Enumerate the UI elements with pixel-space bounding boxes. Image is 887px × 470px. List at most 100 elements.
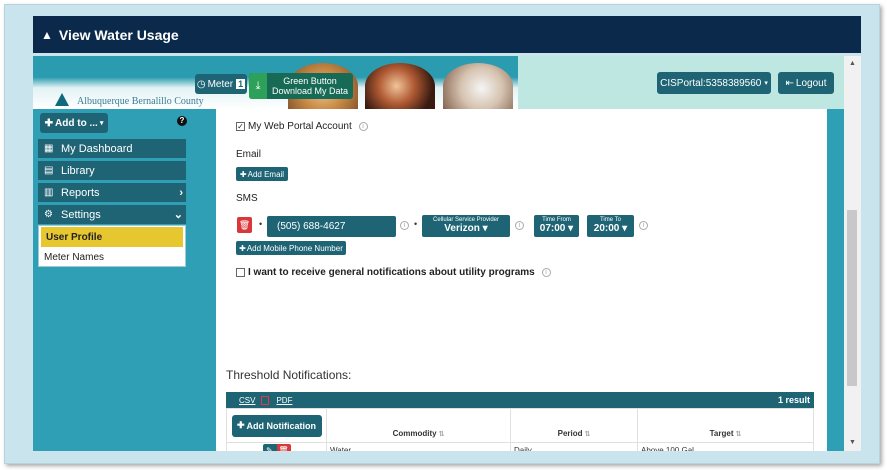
notifications-row: I want to receive general notifications … <box>236 267 551 278</box>
plus-icon: ✚ <box>239 169 247 179</box>
title-bar: ▲ View Water Usage <box>33 16 861 53</box>
notifications-label: I want to receive general notifications … <box>248 267 535 278</box>
scroll-up-icon[interactable]: ▲ <box>849 60 856 67</box>
time-to-value: 20:00 ▾ <box>593 223 628 234</box>
chevron-right-icon: › <box>179 186 183 199</box>
portal-account-dropdown[interactable]: CISPortal:5358389560 ▾ <box>657 72 771 94</box>
caret-down-icon: ▾ <box>764 80 768 87</box>
add-notification-label: Add Notification <box>246 420 317 431</box>
submenu-item-user-profile[interactable]: User Profile <box>41 227 183 247</box>
header: Albuquerque Bernalillo County ◷ Meter 1 … <box>33 56 844 109</box>
cell-commodity: Water <box>326 442 511 451</box>
provider-caption: Cellular Service Provider <box>432 217 500 223</box>
phone-input[interactable]: (505) 688-4627 <box>267 216 396 237</box>
threshold-title: Threshold Notifications: <box>226 368 352 382</box>
sidebar-item-label: Reports <box>61 186 100 199</box>
info-icon: i <box>400 221 409 230</box>
banner: Albuquerque Bernalillo County ◷ Meter 1 … <box>33 56 518 109</box>
cell-target: Above 100 Gal <box>637 442 814 451</box>
chevron-down-icon: ⌄ <box>173 209 183 221</box>
page-title: View Water Usage <box>58 26 179 43</box>
meter-label: Meter <box>207 78 234 90</box>
csv-export-link[interactable]: CSV <box>239 396 255 405</box>
table-row: ✎ 🗑 Water Daily Above 100 Gal <box>226 442 814 451</box>
provider-select[interactable]: Cellular Service Provider Verizon ▾ <box>422 215 510 237</box>
sidebar-item-label: My Dashboard <box>61 142 133 155</box>
settings-submenu: User Profile Meter Names <box>38 225 186 267</box>
green-button-download[interactable]: ⤓ Green Button Download My Data <box>249 73 353 99</box>
sidebar-item-reports[interactable]: ▥ Reports › <box>38 183 186 202</box>
sms-label: SMS <box>236 193 258 204</box>
add-to-button[interactable]: ✚ Add to ... ▾ <box>40 113 108 133</box>
add-email-label: Add Email <box>247 169 285 179</box>
plus-icon: ✚ <box>236 420 245 430</box>
add-notification-button[interactable]: ✚ Add Notification <box>231 414 322 437</box>
notifications-checkbox[interactable] <box>236 267 245 277</box>
row-actions: ✎ 🗑 <box>226 442 327 451</box>
portal-account-label: My Web Portal Account <box>248 121 352 132</box>
book-icon: ▤ <box>44 165 54 176</box>
bar-chart-icon: ▥ <box>44 187 54 198</box>
info-icon: i <box>639 221 648 230</box>
time-to-select[interactable]: Time To 20:00 ▾ <box>587 215 634 237</box>
scrollbar[interactable]: ▲ ▼ <box>844 56 861 451</box>
add-email-button[interactable]: ✚ Add Email <box>236 167 288 181</box>
trash-icon[interactable]: 🗑 <box>276 444 291 451</box>
required-marker: • <box>414 219 418 229</box>
sidebar-item-library[interactable]: ▤ Library <box>38 161 186 180</box>
time-from-caption: Time From <box>542 217 571 223</box>
add-phone-label: Add Mobile Phone Number <box>246 243 343 253</box>
column-header-period[interactable]: Period ⇅ <box>510 408 638 443</box>
banner-photo-3 <box>443 63 513 109</box>
cell-period: Daily <box>510 442 638 451</box>
sidebar-item-settings[interactable]: ⚙ Settings ⌄ <box>38 205 186 224</box>
add-notification-cell: ✚ Add Notification <box>226 408 327 443</box>
green-button-label: Green Button Download My Data <box>267 76 353 96</box>
pdf-export-link[interactable]: PDF <box>276 396 292 405</box>
provider-value: Verizon ▾ <box>444 223 488 234</box>
add-mobile-phone-button[interactable]: ✚ Add Mobile Phone Number <box>236 241 346 255</box>
delete-phone-button[interactable]: 🗑 <box>237 217 252 233</box>
caret-down-icon: ▾ <box>99 120 104 127</box>
submenu-item-meter-names[interactable]: Meter Names <box>39 247 185 267</box>
download-icon: ⤓ <box>249 73 267 99</box>
info-icon: i <box>541 267 551 277</box>
meter-count-badge: 1 <box>236 79 246 89</box>
portal-account-checkbox[interactable]: ✓ <box>236 121 245 131</box>
gear-icon: ⚙ <box>44 209 53 220</box>
help-icon[interactable]: ? <box>177 116 187 126</box>
banner-photo-2 <box>365 63 435 109</box>
logout-label: Logout <box>795 77 827 89</box>
collapse-triangle-icon[interactable]: ▲ <box>41 28 53 42</box>
sort-icon: ⇅ <box>438 431 445 438</box>
plus-icon: ✚ <box>44 117 54 129</box>
scroll-down-icon[interactable]: ▼ <box>849 439 856 446</box>
add-to-label: Add to ... <box>55 117 98 129</box>
column-header-commodity[interactable]: Commodity ⇅ <box>326 408 511 443</box>
plus-icon: ✚ <box>239 243 246 253</box>
sidebar-item-label: Library <box>61 164 95 177</box>
column-header-target[interactable]: Target ⇅ <box>637 408 814 443</box>
table-toolbar: CSV PDF 1 result <box>226 392 814 408</box>
sort-icon: ⇅ <box>735 431 742 438</box>
trash-icon: 🗑 <box>238 219 251 230</box>
edit-icon[interactable]: ✎ <box>262 444 277 451</box>
logo-mark-icon <box>55 93 69 106</box>
pdf-icon <box>261 395 270 405</box>
scrollbar-thumb[interactable] <box>847 210 857 386</box>
dashboard-icon: ▦ <box>44 143 54 154</box>
portal-account-row: ✓ My Web Portal Account i <box>236 121 368 132</box>
info-icon: i <box>515 221 524 230</box>
clock-icon: ◷ <box>196 78 206 90</box>
sidebar-item-my-dashboard[interactable]: ▦ My Dashboard <box>38 139 186 158</box>
meter-button[interactable]: ◷ Meter 1 <box>195 74 247 94</box>
time-from-select[interactable]: Time From 07:00 ▾ <box>534 215 579 237</box>
logout-button[interactable]: ⇤ Logout <box>778 72 834 94</box>
required-marker: • <box>259 219 263 229</box>
green-button-label-line2: Download My Data <box>271 86 349 96</box>
threshold-table: ✚ Add Notification Commodity ⇅ Period ⇅ Ta… <box>226 408 814 451</box>
main-content: ✓ My Web Portal Account i Email ✚ Add Ema… <box>216 109 827 451</box>
logout-icon: ⇤ <box>785 77 794 89</box>
sidebar-item-label: Settings <box>61 208 101 221</box>
logo-text: Albuquerque Bernalillo County <box>77 96 204 107</box>
